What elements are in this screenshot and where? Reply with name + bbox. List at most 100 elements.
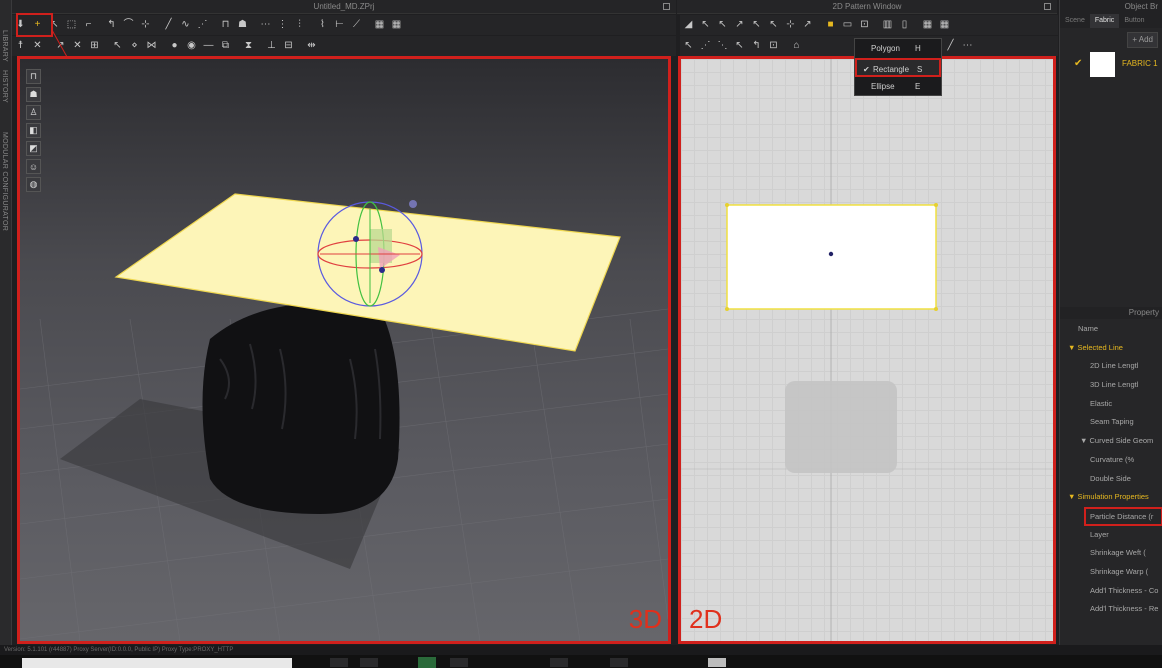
ruler-icon[interactable]: ⊢ <box>332 18 347 32</box>
label-3d: 3D <box>628 604 662 634</box>
internal-polygon-icon[interactable]: ▭ <box>840 18 855 32</box>
skin-icon[interactable]: ☺ <box>26 159 41 174</box>
taskbar-item[interactable] <box>450 658 468 667</box>
maximize-icon[interactable] <box>1044 3 1051 10</box>
property-row[interactable]: Double Side <box>1060 470 1162 489</box>
add-point-icon[interactable]: ↖ <box>749 18 764 32</box>
pleat-icon[interactable]: ▯ <box>897 18 912 32</box>
segment-sewing-icon[interactable]: ⋰ <box>698 39 713 53</box>
grid-2d-alt-icon[interactable]: ▦ <box>937 18 952 32</box>
object-browser-title: Object Br <box>1060 0 1162 14</box>
taskbar-item[interactable] <box>330 658 348 667</box>
offset-icon[interactable]: ↗ <box>800 18 815 32</box>
taskbar-item[interactable] <box>360 658 378 667</box>
black-draped-object <box>202 303 400 514</box>
taskbar-item[interactable] <box>610 658 628 667</box>
puckering-icon[interactable]: ⧗ <box>241 39 256 53</box>
fabric-list-item[interactable]: ✔ FABRIC 1 <box>1060 50 1162 78</box>
avatar-display-icon[interactable]: ☗ <box>26 87 41 102</box>
tab-fabric[interactable]: Fabric <box>1089 14 1120 28</box>
measure-2d-icon[interactable]: ⋯ <box>960 39 975 53</box>
avatar-person-icon[interactable]: ♙ <box>26 105 41 120</box>
seam-2d-icon[interactable]: ⊹ <box>783 18 798 32</box>
pattern-canvas <box>681 59 1053 641</box>
property-row[interactable]: ▼ Simulation Properties <box>1060 488 1162 507</box>
check-sewing-icon[interactable]: ↖ <box>732 39 747 53</box>
tab-button[interactable]: Button <box>1119 14 1149 28</box>
texture-display-icon[interactable]: ◧ <box>26 123 41 138</box>
stitch-icon[interactable]: ⋮ <box>275 18 290 32</box>
taskbar-item[interactable] <box>550 658 568 667</box>
property-row[interactable]: 2D Line Lengtl <box>1060 357 1162 376</box>
surface-icon[interactable]: ◩ <box>26 141 41 156</box>
edit-point-icon[interactable]: ↗ <box>732 18 747 32</box>
property-row[interactable]: Curvature (% <box>1060 451 1162 470</box>
internal-rect-icon[interactable]: ⊡ <box>857 18 872 32</box>
segment-icon[interactable]: ⫶ <box>292 18 307 32</box>
tack-icon[interactable]: ⊥ <box>264 39 279 53</box>
property-row[interactable]: 3D Line Lengtl <box>1060 376 1162 395</box>
zipper-icon[interactable]: ⧉ <box>218 39 233 53</box>
texture-icon[interactable]: ▦ <box>372 18 387 32</box>
property-row[interactable]: Shrinkage Warp ( <box>1060 563 1162 582</box>
sewing-length-icon[interactable]: ↰ <box>749 39 764 53</box>
fabric-swatch[interactable] <box>1090 52 1115 77</box>
grid-2d-icon[interactable]: ▦ <box>920 18 935 32</box>
seam-line-icon[interactable]: ↖ <box>681 39 696 53</box>
property-row[interactable]: Name <box>1060 320 1162 339</box>
viewport-3d[interactable]: ⊓ ☗ ♙ ◧ ◩ ☺ ◍ 3D <box>17 56 671 644</box>
toolbar-2d-row1: ◢ ↖ ↖ ↗ ↖ ↖ ⊹ ↗ ■ ▭ ⊡ ▥ ▯ ▦ ▦ <box>680 15 1058 35</box>
topstitch-2d-icon[interactable]: ╱ <box>943 39 958 53</box>
fabric-icon[interactable]: ⌂ <box>789 39 804 53</box>
status-bar: Version: 5.1.101 (r44887) Proxy Server(I… <box>0 645 1162 655</box>
rectangle-tool-icon[interactable]: ■ <box>823 18 838 32</box>
garment-display-icon[interactable]: ⊓ <box>26 69 41 84</box>
transform-pattern-icon[interactable]: ◢ <box>681 18 696 32</box>
window-3d-title: Untitled_MD.ZPrj <box>313 2 375 11</box>
viewport-2d[interactable]: 2D <box>678 56 1056 644</box>
snap-icon[interactable]: ⇹ <box>304 39 319 53</box>
property-row[interactable]: Shrinkage Weft ( <box>1060 544 1162 563</box>
tab-scene[interactable]: Scene <box>1060 14 1090 28</box>
maximize-icon[interactable] <box>663 3 670 10</box>
taskbar <box>0 655 1162 668</box>
globe-icon[interactable]: ◍ <box>26 177 41 192</box>
measure-icon[interactable]: ⌇ <box>315 18 330 32</box>
object-browser-panel: Object Br Scene Fabric Button + Add ✔ FA… <box>1059 0 1162 645</box>
add-fabric-button[interactable]: + Add <box>1127 32 1158 48</box>
shirring-icon[interactable]: ⊟ <box>281 39 296 53</box>
sewing-edit-icon[interactable]: ⊡ <box>766 39 781 53</box>
taskbar-search[interactable] <box>22 658 292 668</box>
menu-item-rectangle[interactable]: ✔ Rectangle S <box>855 58 941 77</box>
taskbar-item[interactable] <box>708 658 726 667</box>
object-browser-tabs: Scene Fabric Button <box>1060 14 1162 28</box>
pattern-shape-menu: Polygon H ✔ Rectangle S Ellipse E <box>854 38 942 96</box>
curve-point-icon[interactable]: ↖ <box>766 18 781 32</box>
property-row[interactable]: ▼ Curved Side Geom <box>1060 432 1162 451</box>
garment-icon[interactable]: ⊓ <box>218 18 233 32</box>
tape-icon[interactable]: ⟋ <box>349 18 364 32</box>
property-row[interactable]: Add'l Thickness - Re <box>1060 600 1162 619</box>
menu-item-polygon[interactable]: Polygon H <box>855 39 941 58</box>
app-window: LIBRARY HISTORY MODULAR CONFIGURATOR Unt… <box>0 0 1162 668</box>
grid-icon[interactable]: ▦ <box>389 18 404 32</box>
viewport-3d-tools: ⊓ ☗ ♙ ◧ ◩ ☺ ◍ <box>26 69 41 192</box>
property-row[interactable]: Layer <box>1060 526 1162 545</box>
property-row[interactable]: Seam Taping <box>1060 413 1162 432</box>
property-row[interactable]: ▼ Selected Line <box>1060 339 1162 358</box>
modular-configurator-tab[interactable]: MODULAR CONFIGURATOR <box>1 132 8 231</box>
edit-pattern-icon[interactable]: ↖ <box>698 18 713 32</box>
menu-item-ellipse[interactable]: Ellipse E <box>855 77 941 96</box>
dart-icon[interactable]: ▥ <box>880 18 895 32</box>
edit-curve-icon[interactable]: ↖ <box>715 18 730 32</box>
free-sewing-icon[interactable]: ⋱ <box>715 39 730 53</box>
seam-icon[interactable]: ⋯ <box>258 18 273 32</box>
window-2d-title: 2D Pattern Window <box>832 2 902 11</box>
topstitch-icon[interactable]: — <box>201 39 216 53</box>
avatar-icon[interactable]: ☗ <box>235 18 250 32</box>
property-row[interactable]: Add'l Thickness - Co <box>1060 582 1162 601</box>
property-row[interactable]: Particle Distance (r <box>1084 506 1162 526</box>
property-row[interactable]: Elastic <box>1060 395 1162 414</box>
add-row: + Add <box>1060 28 1162 50</box>
taskbar-app[interactable] <box>418 657 436 668</box>
